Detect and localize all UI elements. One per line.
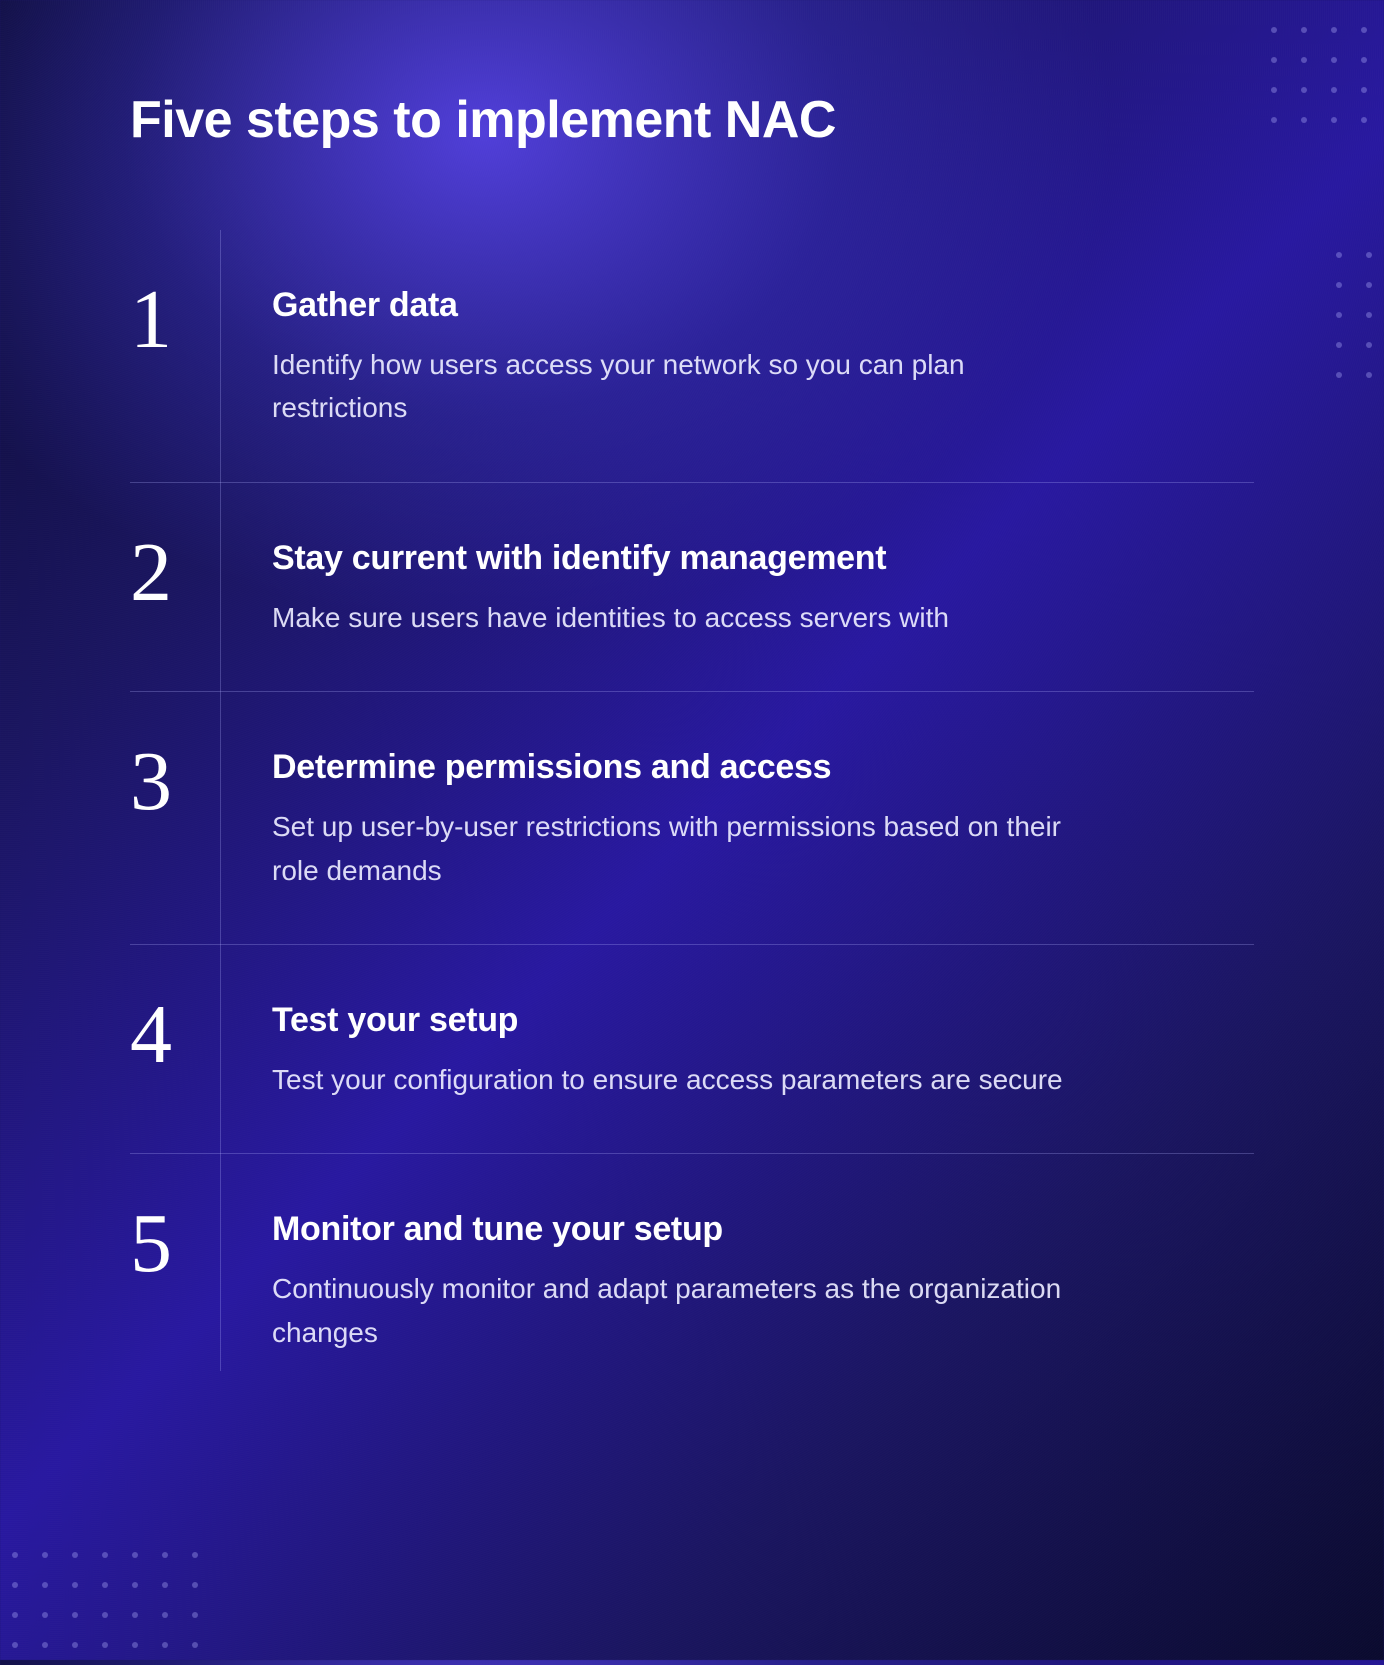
step-content: Determine permissions and access Set up … xyxy=(220,740,1254,892)
step-number: 4 xyxy=(130,993,220,1077)
step-number: 5 xyxy=(130,1202,220,1286)
infographic-container: Five steps to implement NAC 1 Gather dat… xyxy=(0,0,1384,1466)
step-number-cell: 1 xyxy=(130,278,220,362)
step-description: Identify how users access your network s… xyxy=(272,343,1092,430)
vertical-divider-line xyxy=(220,230,221,1371)
step-number: 3 xyxy=(130,740,220,824)
step-row: 2 Stay current with identify management … xyxy=(130,483,1254,692)
step-row: 3 Determine permissions and access Set u… xyxy=(130,692,1254,945)
step-content: Test your setup Test your configuration … xyxy=(220,993,1254,1101)
step-number-cell: 4 xyxy=(130,993,220,1077)
step-row: 5 Monitor and tune your setup Continuous… xyxy=(130,1154,1254,1406)
step-number: 2 xyxy=(130,531,220,615)
step-title: Monitor and tune your setup xyxy=(272,1210,1254,1249)
step-content: Gather data Identify how users access yo… xyxy=(220,278,1254,430)
step-title: Test your setup xyxy=(272,1001,1254,1040)
step-description: Test your configuration to ensure access… xyxy=(272,1058,1092,1101)
step-title: Gather data xyxy=(272,286,1254,325)
step-description: Continuously monitor and adapt parameter… xyxy=(272,1267,1092,1354)
dot-pattern-bottom-left xyxy=(0,1540,220,1660)
step-description: Make sure users have identities to acces… xyxy=(272,596,1092,639)
page-title: Five steps to implement NAC xyxy=(130,90,1254,150)
step-description: Set up user-by-user restrictions with pe… xyxy=(272,805,1092,892)
step-content: Stay current with identify management Ma… xyxy=(220,531,1254,639)
step-number: 1 xyxy=(130,278,220,362)
step-content: Monitor and tune your setup Continuously… xyxy=(220,1202,1254,1354)
step-number-cell: 2 xyxy=(130,531,220,615)
step-title: Determine permissions and access xyxy=(272,748,1254,787)
step-row: 4 Test your setup Test your configuratio… xyxy=(130,945,1254,1154)
steps-list: 1 Gather data Identify how users access … xyxy=(130,230,1254,1406)
step-title: Stay current with identify management xyxy=(272,539,1254,578)
step-number-cell: 5 xyxy=(130,1202,220,1286)
step-number-cell: 3 xyxy=(130,740,220,824)
step-row: 1 Gather data Identify how users access … xyxy=(130,230,1254,483)
